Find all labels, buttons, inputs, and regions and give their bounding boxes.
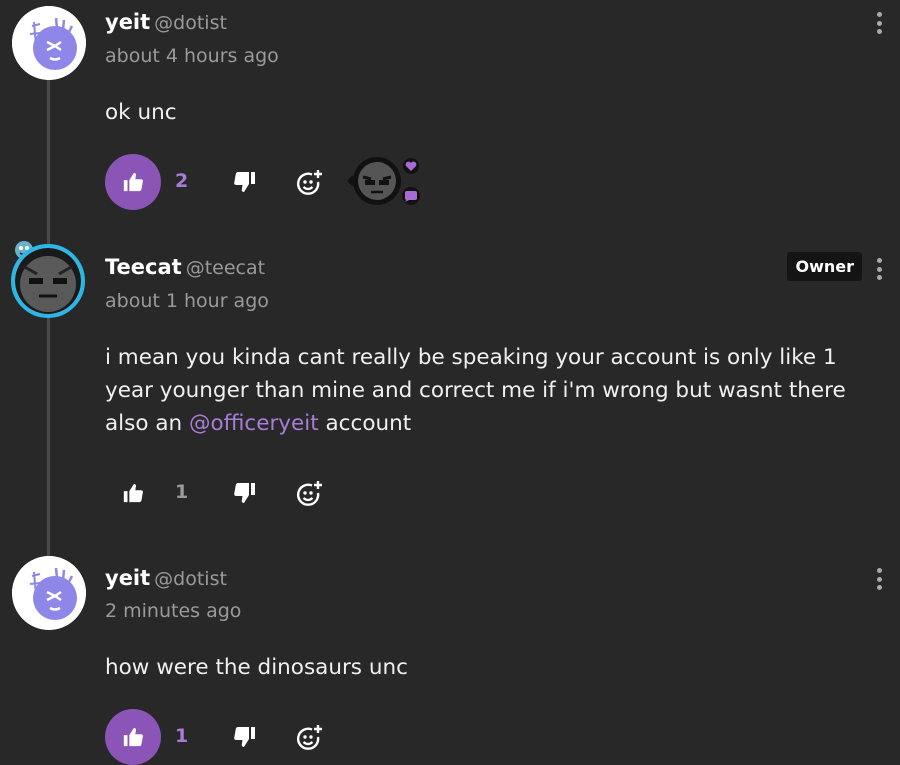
thumbs-up-icon xyxy=(123,727,143,747)
add-reaction-icon xyxy=(296,481,322,506)
comment-text: how were the dinosaurs unc xyxy=(105,655,408,680)
timestamp: about 4 hours ago xyxy=(105,45,279,67)
avatar-yeit[interactable] xyxy=(12,556,86,630)
user-handle[interactable]: @teecat xyxy=(186,257,265,279)
comment-text-part: account xyxy=(318,411,412,436)
comment-actions: 1 xyxy=(105,709,505,765)
thumbs-up-icon xyxy=(123,172,143,192)
add-reaction-icon xyxy=(296,725,322,750)
thumbs-down-icon xyxy=(234,727,255,747)
dislike-button[interactable] xyxy=(233,481,259,507)
reaction-chip[interactable] xyxy=(347,154,427,214)
thumbs-up-icon xyxy=(123,483,143,503)
like-count: 1 xyxy=(175,725,189,747)
more-options-icon[interactable] xyxy=(874,568,884,592)
dislike-button[interactable] xyxy=(233,170,259,196)
comment-actions: 1 xyxy=(105,465,505,521)
comment-actions: 2 xyxy=(105,154,505,210)
add-reaction-icon xyxy=(296,170,322,195)
username[interactable]: Teecat @teecat xyxy=(105,255,265,279)
like-button[interactable] xyxy=(105,709,161,765)
avatar-teecat-image xyxy=(15,248,81,314)
username[interactable]: yeit @dotist xyxy=(105,10,227,34)
thumbs-down-icon xyxy=(234,172,255,192)
user-handle[interactable]: @dotist xyxy=(154,568,227,590)
avatar-yeit-image xyxy=(12,556,86,630)
avatar-teecat[interactable] xyxy=(11,244,85,318)
owner-badge: Owner xyxy=(787,252,862,281)
user-mention-link[interactable]: @officeryeit xyxy=(189,411,319,436)
add-reaction-button[interactable] xyxy=(295,169,323,197)
like-count: 2 xyxy=(175,170,189,192)
avatar-yeit[interactable] xyxy=(12,6,86,80)
username[interactable]: yeit @dotist xyxy=(105,566,227,590)
like-count: 1 xyxy=(175,481,189,503)
avatar-yeit-image xyxy=(12,6,86,80)
comment-text: i mean you kinda cant really be speaking… xyxy=(105,341,875,440)
username-text[interactable]: yeit xyxy=(105,10,150,34)
more-options-icon[interactable] xyxy=(874,12,884,36)
thumbs-down-icon xyxy=(234,483,255,503)
user-handle[interactable]: @dotist xyxy=(154,12,227,34)
like-button[interactable] xyxy=(105,154,161,210)
more-options-icon[interactable] xyxy=(874,258,884,282)
like-button[interactable] xyxy=(105,465,161,521)
comment-text: ok unc xyxy=(105,100,177,125)
add-reaction-button[interactable] xyxy=(295,724,323,752)
username-text[interactable]: yeit xyxy=(105,566,150,590)
reacted-user-avatar xyxy=(347,157,420,205)
dislike-button[interactable] xyxy=(233,725,259,751)
username-text[interactable]: Teecat xyxy=(105,255,182,279)
timestamp: about 1 hour ago xyxy=(105,290,269,312)
chat-bubble-icon xyxy=(405,191,417,200)
timestamp: 2 minutes ago xyxy=(105,600,242,622)
add-reaction-button[interactable] xyxy=(295,480,323,508)
